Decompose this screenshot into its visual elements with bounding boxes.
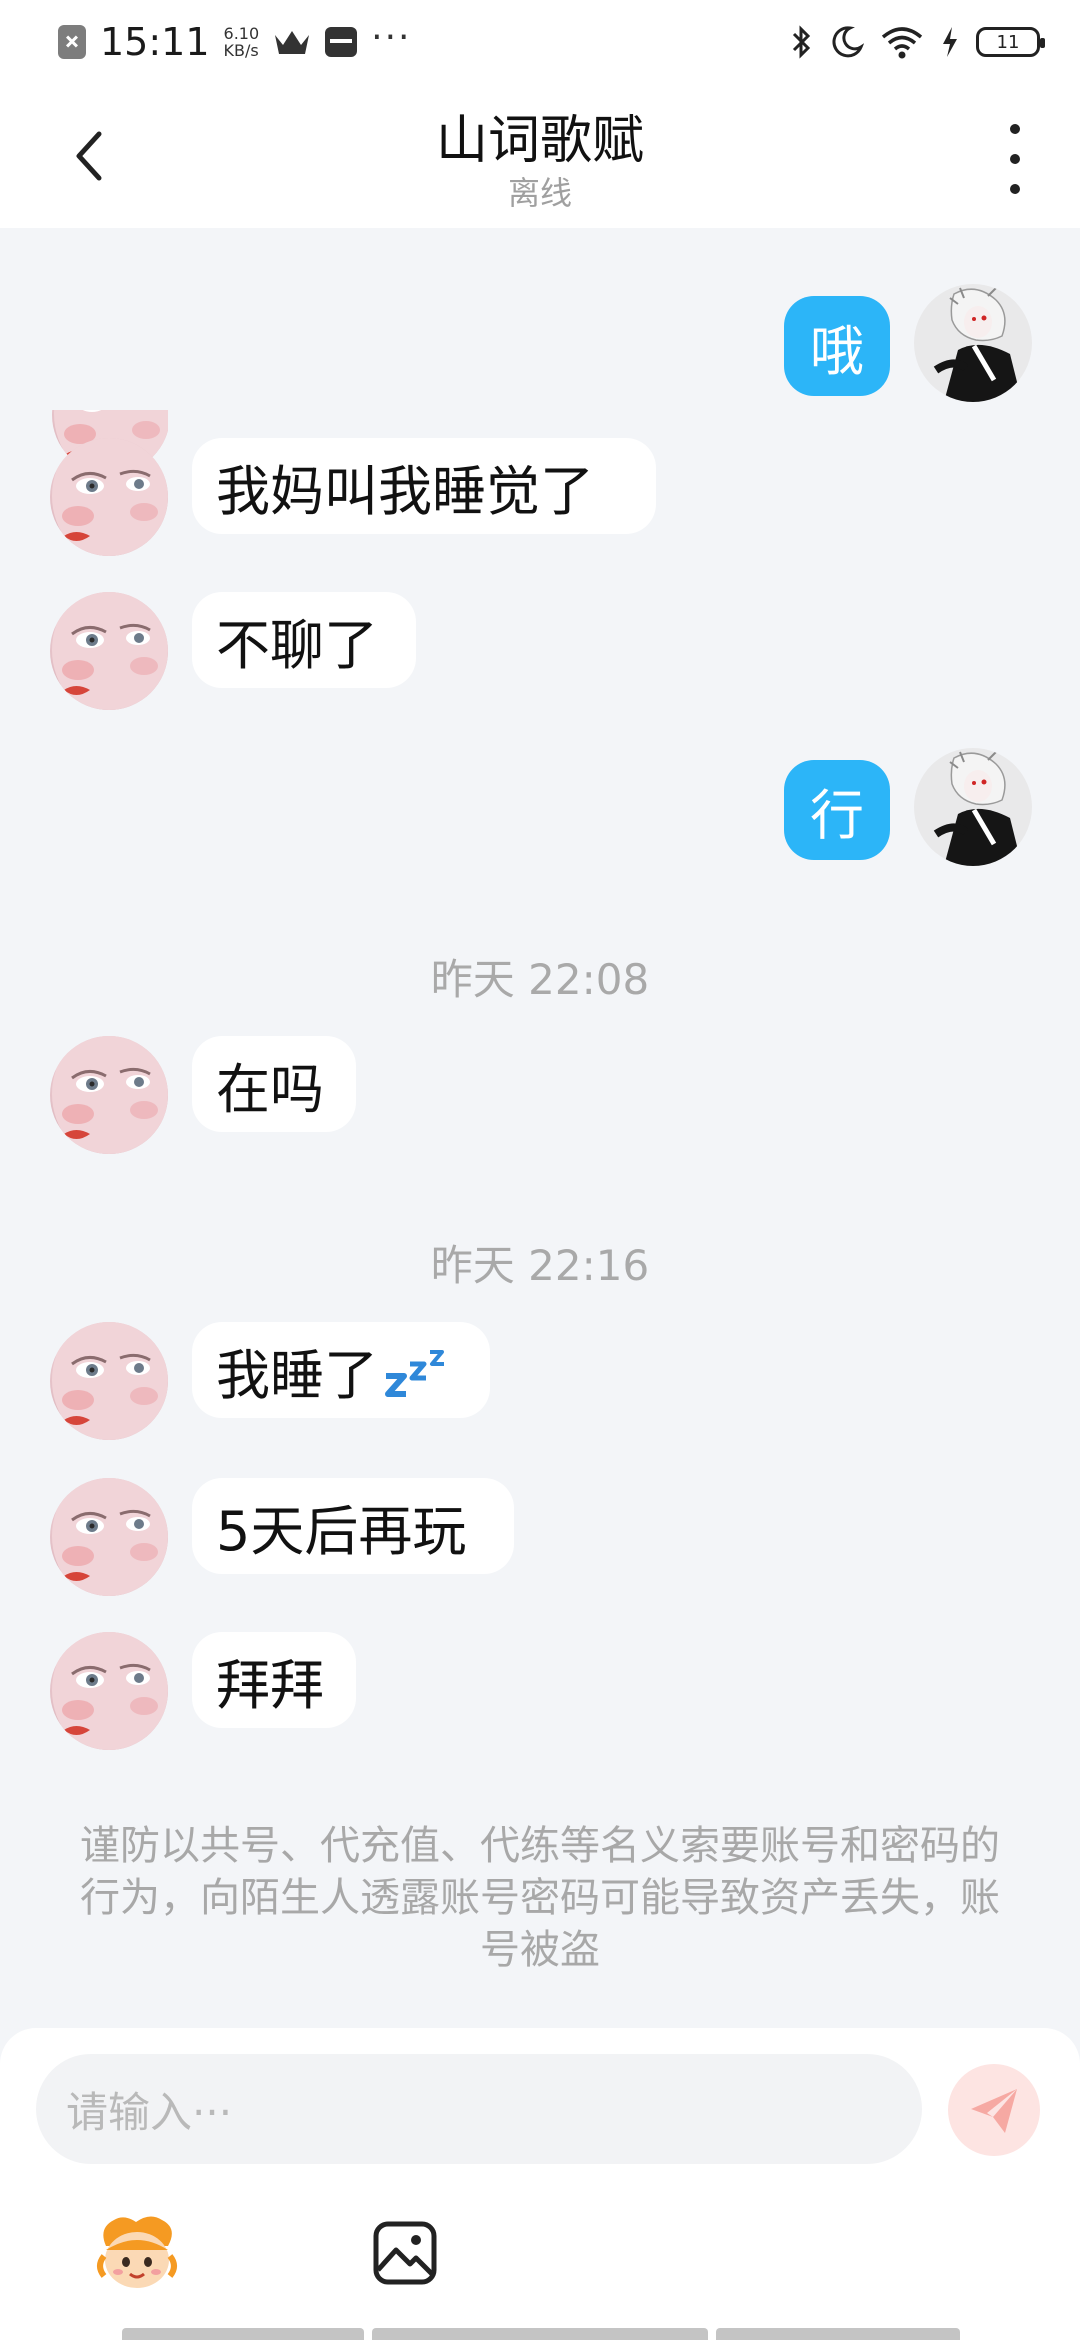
outgoing-message-bubble[interactable]: 哦	[784, 296, 890, 396]
status-time: 15:11	[100, 20, 210, 64]
more-status-icon: ···	[371, 16, 412, 58]
message-timestamp: 昨天 22:08	[430, 955, 650, 1004]
message-timestamp: 昨天 22:16	[430, 1241, 650, 1290]
image-button[interactable]	[360, 2208, 450, 2298]
send-button[interactable]	[948, 2064, 1040, 2156]
incoming-message-bubble[interactable]: 拜拜	[192, 1632, 356, 1728]
chat-header: 山词歌赋 离线	[0, 80, 1080, 228]
status-bar: 15:11 6.10 KB/s ··· 11	[0, 0, 1080, 80]
nav-handle-segment	[372, 2328, 708, 2340]
outgoing-message-bubble[interactable]: 行	[784, 760, 890, 860]
message-row: 哦	[0, 284, 1080, 402]
contact-avatar[interactable]	[50, 1632, 168, 1750]
network-speed-value: 6.10	[223, 24, 260, 43]
message-list[interactable]: 哦 我妈叫我睡觉了 不聊了 行 昨天 22:08 在吗 昨天 22:16 我睡了	[0, 228, 1080, 2028]
contact-avatar[interactable]	[50, 1322, 168, 1440]
contact-name: 山词歌赋	[435, 111, 644, 171]
paper-plane-icon	[971, 2089, 1017, 2133]
nav-handle-segment	[716, 2328, 960, 2340]
incoming-message-bubble[interactable]: 我睡了	[192, 1322, 490, 1418]
zzz-emoji-icon	[385, 1350, 444, 1397]
network-speed: 6.10 KB/s	[224, 25, 260, 59]
my-avatar[interactable]	[914, 748, 1032, 866]
security-warning: 谨防以共号、代充值、代练等名义索要账号和密码的行为，向陌生人透露账号密码可能导致…	[80, 1823, 1000, 1973]
nav-handle-segment	[122, 2328, 364, 2340]
incoming-message-bubble[interactable]: 我妈叫我睡觉了	[192, 438, 656, 534]
message-row: 在吗	[0, 1036, 1080, 1156]
battery-level: 11	[996, 31, 1020, 53]
charging-icon	[943, 27, 957, 57]
message-row: 5天后再玩	[0, 1478, 1080, 1598]
contact-status: 离线	[507, 174, 572, 212]
message-input[interactable]: 请输入···	[36, 2054, 922, 2164]
crown-icon	[275, 31, 310, 54]
wallet-icon	[325, 27, 358, 57]
message-row: 不聊了	[0, 592, 1080, 712]
network-speed-unit: KB/s	[223, 41, 259, 60]
message-row: 我妈叫我睡觉了	[0, 438, 1080, 558]
notification-close-icon	[58, 25, 86, 59]
message-row: 拜拜	[0, 1632, 1080, 1752]
more-vertical-icon	[1010, 124, 1020, 134]
contact-avatar[interactable]	[50, 1478, 168, 1596]
message-text: 我睡了	[216, 1343, 378, 1407]
contact-avatar[interactable]	[50, 592, 168, 710]
message-row: 我睡了	[0, 1322, 1080, 1442]
more-options-button[interactable]	[990, 124, 1040, 194]
contact-avatar[interactable]	[50, 1036, 168, 1154]
battery-indicator: 11	[976, 27, 1045, 57]
message-row: 行	[0, 748, 1080, 868]
image-icon	[373, 2221, 437, 2285]
incoming-message-bubble[interactable]: 在吗	[192, 1036, 356, 1132]
contact-avatar[interactable]	[50, 438, 168, 556]
mascot-emoji-icon	[97, 2216, 177, 2288]
bluetooth-icon	[792, 25, 811, 59]
input-panel: 请输入···	[0, 2028, 1080, 2340]
status-right: 11	[790, 18, 1045, 66]
moon-icon	[832, 26, 864, 58]
incoming-message-bubble[interactable]: 不聊了	[192, 592, 416, 688]
incoming-message-bubble[interactable]: 5天后再玩	[192, 1478, 514, 1574]
wifi-icon	[881, 27, 923, 59]
my-avatar[interactable]	[914, 284, 1032, 402]
status-left: 15:11 6.10 KB/s ···	[58, 16, 412, 66]
emoji-button[interactable]	[92, 2208, 182, 2298]
